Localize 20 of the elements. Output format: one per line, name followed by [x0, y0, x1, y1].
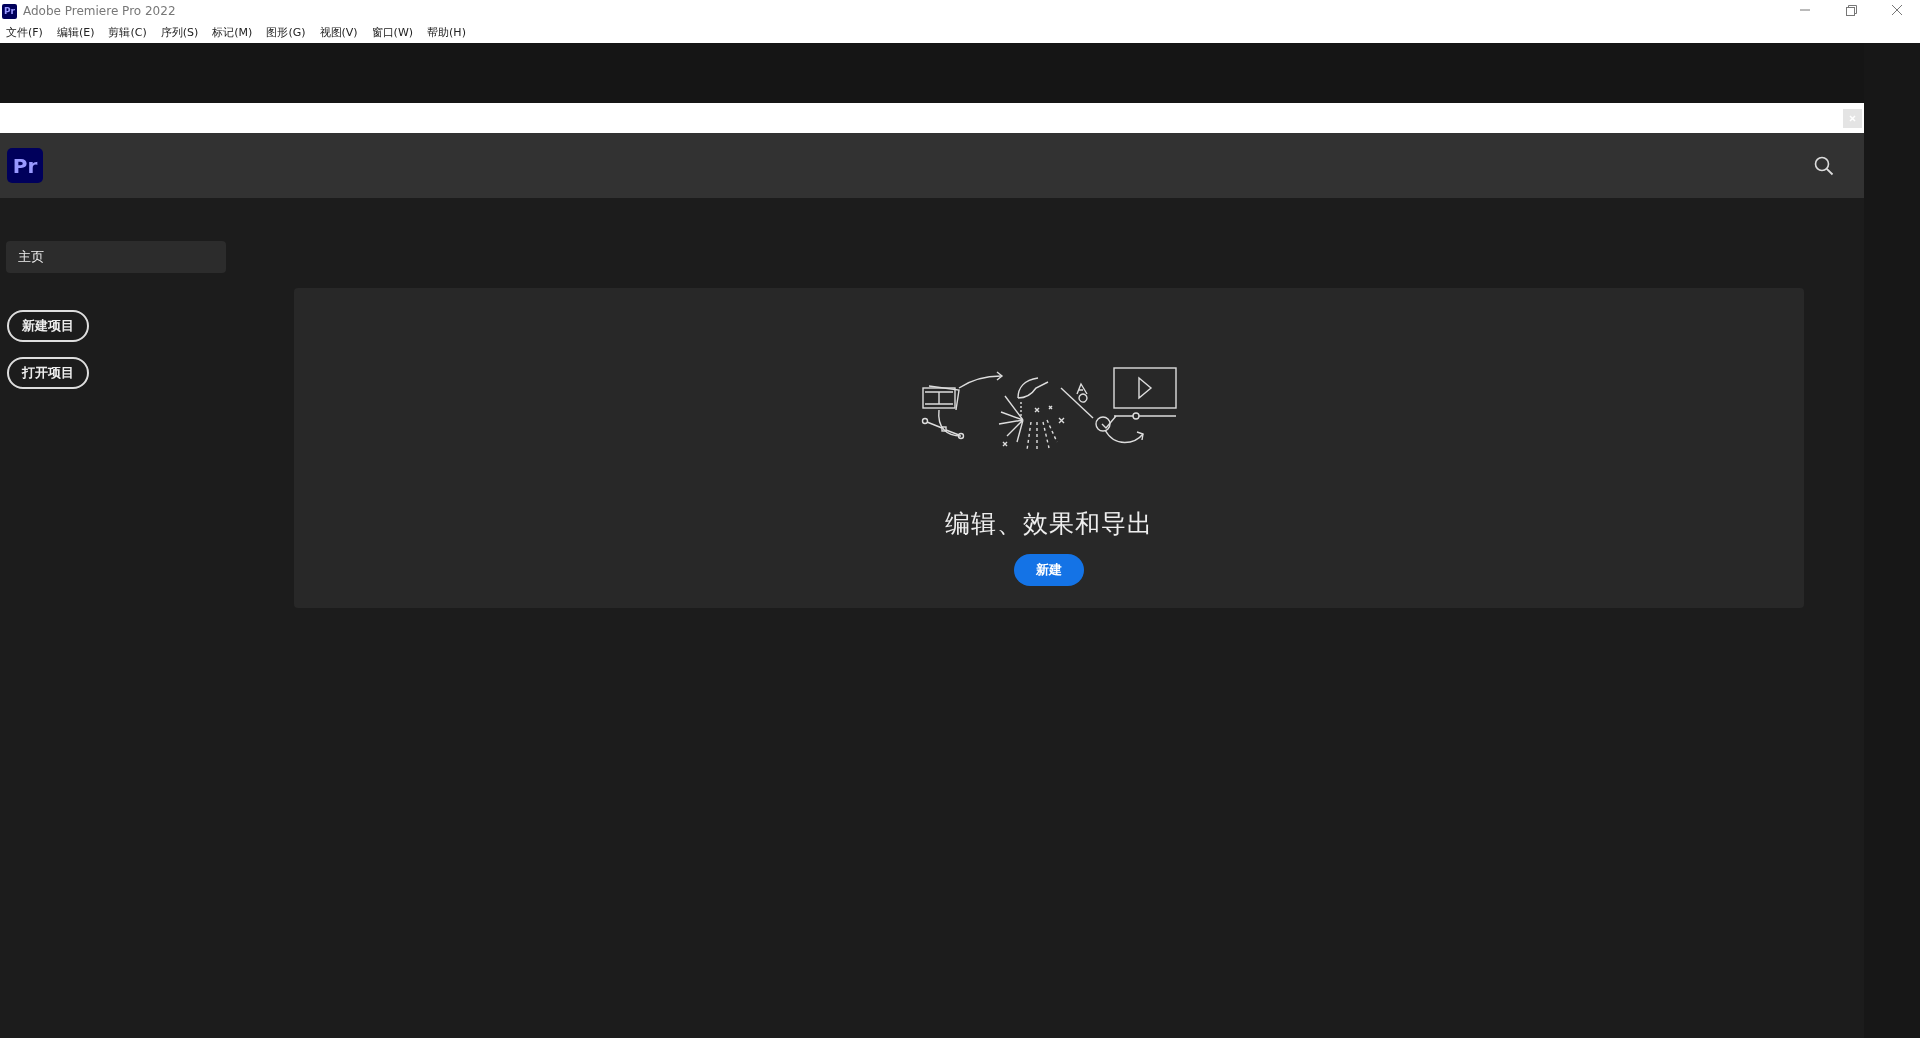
menu-item[interactable]: 编辑(E) [56, 25, 95, 40]
menu-item[interactable]: 序列(S) [160, 25, 199, 40]
hero-title: 编辑、效果和导出 [945, 508, 1153, 540]
menu-item[interactable]: 帮助(H) [427, 25, 466, 40]
search-icon[interactable] [1814, 155, 1834, 176]
menu-item[interactable]: 剪辑(C) [108, 25, 147, 40]
sidebar-item[interactable]: 主页 [6, 241, 226, 273]
menu-item[interactable]: 视图(V) [319, 25, 358, 40]
menu-item[interactable]: 图形(G) [266, 25, 306, 40]
menu-item[interactable]: 窗口(W) [371, 25, 414, 40]
app-logo-icon: Pr [7, 148, 43, 183]
app-logo-icon: Pr [2, 3, 17, 19]
menu-item[interactable]: 标记(M) [212, 25, 253, 40]
close-icon [1849, 114, 1856, 122]
menu-item[interactable]: 文件(F) [6, 25, 43, 40]
new-project-button[interactable]: 新建项目 [7, 310, 89, 342]
open-project-button[interactable]: 打开项目 [7, 357, 89, 389]
new-button[interactable]: 新建 [1014, 554, 1084, 586]
close-button[interactable] [1843, 108, 1862, 128]
window-title: Adobe Premiere Pro 2022 [23, 4, 177, 18]
